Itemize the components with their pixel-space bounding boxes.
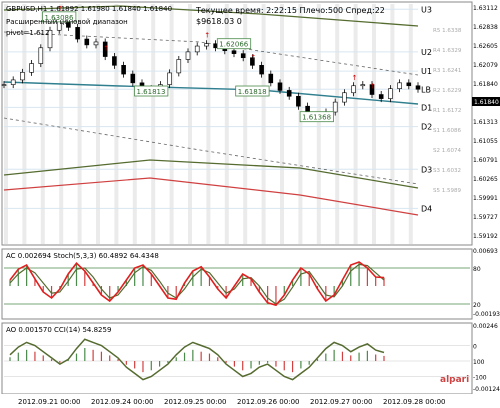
candle-body bbox=[360, 84, 366, 87]
stoch-axis-label: 0.00693 bbox=[473, 248, 498, 255]
pivot-label: D1 bbox=[421, 103, 432, 112]
pivot-label: D2 bbox=[421, 123, 432, 132]
candle-body bbox=[75, 27, 80, 40]
candle-body bbox=[388, 88, 393, 99]
candle-body bbox=[10, 79, 16, 85]
indicator-line: Расширенный ценовой диапазон bbox=[6, 18, 128, 26]
pivot-label: D4 bbox=[421, 204, 432, 213]
candle-body bbox=[342, 92, 347, 103]
price-annotation: 1.61818 bbox=[238, 88, 267, 96]
candle-body bbox=[296, 95, 301, 107]
candle-body bbox=[332, 101, 338, 113]
time-axis-label: 2012.09.26 00:00 bbox=[237, 398, 299, 406]
candle-body bbox=[268, 73, 274, 84]
candle-body bbox=[351, 85, 356, 94]
stoch-axis-label: 20 bbox=[473, 302, 481, 309]
fractal-marker: ↑ bbox=[352, 74, 358, 82]
watermark: alpari bbox=[440, 375, 469, 385]
cci-axis-label: -0.001246 bbox=[473, 386, 500, 393]
pivot-value-label: R2 1.6229 bbox=[433, 88, 462, 94]
pivot-value-label: S2 1.6074 bbox=[433, 148, 461, 154]
candle-body bbox=[84, 38, 90, 46]
candle-body bbox=[204, 43, 209, 47]
candle-body bbox=[397, 82, 402, 89]
stoch-header: AC 0.002694 Stoch(5,3,3) 60.4892 64.4348 bbox=[6, 252, 159, 260]
fractal-marker: ↑ bbox=[250, 53, 256, 61]
cci-axis-label: -100 bbox=[473, 375, 487, 382]
price-axis-label: 1.62079 bbox=[473, 62, 498, 69]
candle-body bbox=[378, 94, 384, 99]
time-axis-label: 2012.09.27 00:00 bbox=[310, 398, 372, 406]
pivot-label: U1 bbox=[421, 67, 432, 76]
candle-body bbox=[121, 65, 126, 75]
price-axis-label: 1.59991 bbox=[473, 195, 498, 202]
candle-body bbox=[112, 56, 117, 66]
candle-body bbox=[1, 84, 7, 86]
pivot-label: U3 bbox=[421, 5, 432, 14]
fractal-marker: ↑ bbox=[103, 45, 109, 53]
candle-body bbox=[29, 63, 34, 73]
candle-body bbox=[277, 82, 283, 91]
candle-body bbox=[406, 82, 412, 87]
price-axis-label: 1.59192 bbox=[473, 233, 498, 240]
stoch-axis-label: 80 bbox=[473, 266, 481, 273]
candle-body bbox=[194, 45, 200, 53]
time-axis-label: 2012.09.24 00:00 bbox=[91, 398, 153, 406]
pivot-value-label: R4 1.6329 bbox=[433, 48, 462, 54]
candle-body bbox=[93, 41, 99, 46]
cci-axis-label: 100 bbox=[473, 359, 485, 366]
candle-body bbox=[415, 85, 421, 90]
pivot-value-label: R1 1.6172 bbox=[433, 108, 461, 114]
candle-body bbox=[176, 59, 182, 74]
price-axis-label: 1.63112 bbox=[473, 5, 498, 12]
pivot-value-label: S1 1.6086 bbox=[433, 128, 461, 134]
last-price-label: 1.61840 bbox=[474, 99, 499, 106]
candle-body bbox=[38, 47, 44, 64]
pivot-value-label: S5 1.5989 bbox=[433, 188, 461, 194]
time-axis-label: 2012.09.21 00:00 bbox=[18, 398, 80, 406]
price-axis-label: 1.62838 bbox=[473, 24, 498, 31]
time-axis-label: 2012.09.25 00:00 bbox=[164, 398, 226, 406]
symbol-line: GBPUSD,H1 1.61892 1.61980 1.61840 1.6184… bbox=[6, 5, 172, 13]
candle-body bbox=[20, 72, 25, 81]
candle-body bbox=[240, 53, 246, 59]
price-axis-label: 1.62605 bbox=[473, 43, 498, 50]
price-axis-label: 1.61055 bbox=[473, 138, 498, 145]
candle-body bbox=[130, 73, 136, 84]
pivot-value-label: R5 1.6338 bbox=[433, 28, 462, 34]
stoch-axis-label: -0.00193 bbox=[473, 311, 500, 318]
pivot-label: D3 bbox=[421, 165, 432, 174]
pivot-label: LB bbox=[421, 85, 431, 94]
forex-chart: U3U2U1LBD1D2D3D4↑↑↑↑↑↑↑1.630861.620661.6… bbox=[0, 1, 500, 408]
price-axis-label: 1.59727 bbox=[473, 214, 498, 221]
pivot-value-label: R3 1.6241 bbox=[433, 68, 461, 74]
price-axis-label: 1.60265 bbox=[473, 176, 498, 183]
pivot-label: pivot=1.612 bbox=[6, 29, 49, 37]
price-axis-label: 1.61840 bbox=[473, 81, 498, 88]
price-annotation: 1.62066 bbox=[219, 41, 248, 49]
fractal-marker: ↑ bbox=[204, 32, 210, 40]
time-line: Текущее время: 2:22:15 Плечо:500 Спред:2… bbox=[195, 6, 385, 15]
cci-axis-label: 0.00246 bbox=[473, 323, 498, 330]
cci-header: AO 0.001570 CCI(14) 54.8259 bbox=[6, 326, 111, 334]
candle-body bbox=[185, 51, 191, 60]
candle-body bbox=[167, 72, 172, 85]
candle-body bbox=[286, 90, 292, 97]
price-axis-label: 1.61313 bbox=[473, 119, 498, 126]
price-annotation: 1.61813 bbox=[137, 88, 166, 96]
pivot-value-label: S3 1.6032 bbox=[433, 168, 461, 174]
fractal-marker: ↑ bbox=[370, 83, 376, 91]
pivot-label: U2 bbox=[421, 48, 432, 57]
cci-axis-label: 0 bbox=[473, 344, 477, 351]
time-axis-label: 2012.09.28 00:00 bbox=[383, 398, 445, 406]
candle-body bbox=[259, 65, 264, 75]
candle-body bbox=[231, 50, 237, 54]
balance-line: $9618.03 0 bbox=[196, 17, 242, 26]
price-annotation: 1.61368 bbox=[302, 114, 331, 122]
price-axis-label: 1.60791 bbox=[473, 157, 498, 164]
